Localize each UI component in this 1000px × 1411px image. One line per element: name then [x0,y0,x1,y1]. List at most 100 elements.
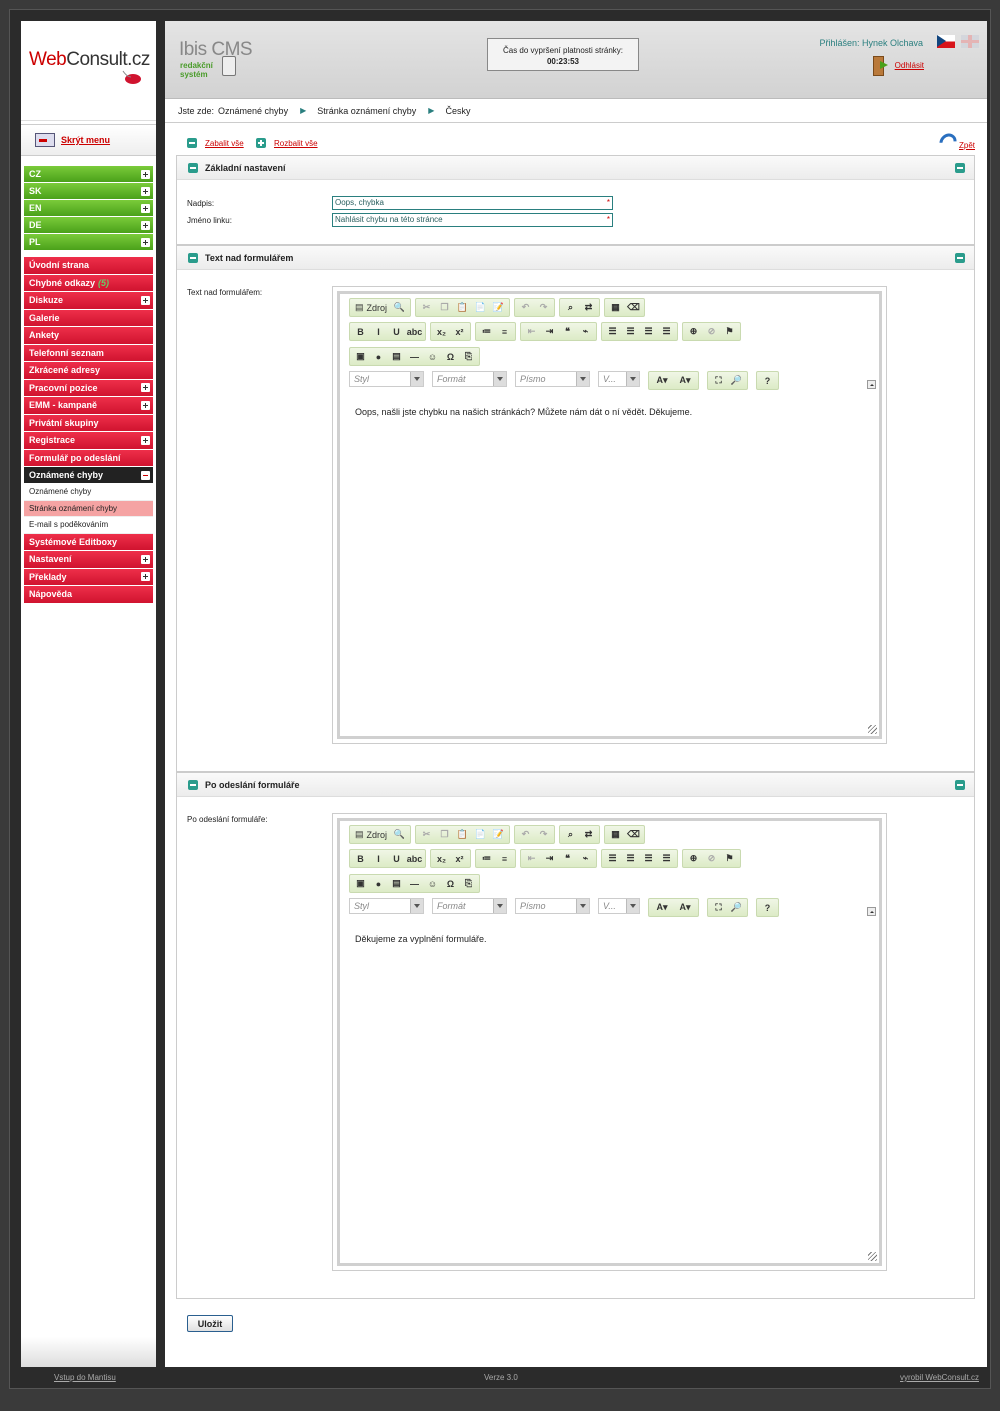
horizontal-rule-icon[interactable]: — [407,349,422,364]
source-button[interactable]: ▤ Zdroj [353,300,389,315]
special-char-icon[interactable]: Ω [443,349,458,364]
align-right-icon[interactable]: ☰ [641,324,656,339]
collapse-icon[interactable] [188,779,198,790]
unlink-icon[interactable]: ⊘ [704,851,719,866]
justify-icon[interactable]: ☰ [659,851,674,866]
help-icon[interactable]: ? [760,900,775,915]
menu-item[interactable]: Formulář po odeslání [24,449,153,466]
align-left-icon[interactable]: ☰ [605,324,620,339]
image-icon[interactable]: ▣ [353,349,368,364]
panel-header[interactable]: Základní nastavení [177,156,974,180]
hide-menu-link[interactable]: Skrýt menu [61,135,110,145]
numbered-list-icon[interactable]: ≔ [479,324,494,339]
collapse-icon[interactable] [955,253,965,263]
collapse-icon[interactable] [141,470,150,480]
copy-icon[interactable]: ❐ [437,827,452,842]
expand-icon[interactable] [141,186,150,196]
superscript-icon[interactable]: x² [452,851,467,866]
expand-icon[interactable] [141,572,150,582]
collapse-icon[interactable] [955,780,965,790]
hide-menu-button[interactable]: Skrýt menu [21,124,156,156]
size-combo[interactable]: V... [598,371,640,387]
style-combo[interactable]: Styl [349,898,424,914]
strike-icon[interactable]: abc [407,851,423,866]
select-all-icon[interactable]: ▦ [608,300,623,315]
align-center-icon[interactable]: ☰ [623,851,638,866]
indent-icon[interactable]: ⇥ [542,851,557,866]
page-break-icon[interactable]: ⎘ [461,876,476,891]
panel-header[interactable]: Po odeslání formuláře [177,773,974,797]
collapse-all-link[interactable]: Zabalit vše [205,139,244,148]
cut-icon[interactable]: ✂ [419,300,434,315]
redo-icon[interactable]: ↷ [536,827,551,842]
replace-icon[interactable]: ⇄ [581,827,596,842]
bullet-list-icon[interactable]: ≡ [497,851,512,866]
language-item[interactable]: EN [24,200,153,216]
menu-item[interactable]: Chybné odkazy (5) [24,274,153,291]
webconsult-link[interactable]: vyrobil WebConsult.cz [900,1373,979,1382]
format-combo[interactable]: Formát [432,371,507,387]
expand-icon[interactable] [141,169,150,179]
size-combo[interactable]: V... [598,898,640,914]
anchor-icon[interactable]: ⚑ [722,324,737,339]
menu-item[interactable]: Telefonní seznam [24,344,153,361]
paste-text-icon[interactable]: 📄 [473,827,488,842]
unlink-icon[interactable]: ⊘ [704,324,719,339]
show-blocks-icon[interactable]: 🔎 [729,373,744,388]
strike-icon[interactable]: abc [407,324,423,339]
chevron-down-icon[interactable] [576,899,589,913]
czech-flag-icon[interactable] [937,35,955,48]
heading-input[interactable]: Oops, chybka * [332,196,613,210]
expand-icon[interactable] [141,237,150,247]
preview-icon[interactable]: 🔍 [392,827,407,842]
breadcrumb-item[interactable]: Česky [445,106,470,116]
submenu-item[interactable]: E-mail s poděkováním [24,517,153,534]
align-center-icon[interactable]: ☰ [623,324,638,339]
smiley-icon[interactable]: ☺ [425,876,440,891]
language-item[interactable]: SK [24,183,153,199]
italic-icon[interactable]: I [371,324,386,339]
text-color-icon[interactable]: A▾ [652,373,672,388]
breadcrumb-item[interactable]: Oznámené chyby [218,106,288,116]
collapse-icon[interactable] [188,252,198,263]
find-icon[interactable]: ⌕ [563,827,578,842]
page-break-icon[interactable]: ⎘ [461,349,476,364]
chevron-down-icon[interactable] [626,372,639,386]
redo-icon[interactable]: ↷ [536,300,551,315]
table-icon[interactable]: ▤ [389,876,404,891]
font-combo[interactable]: Písmo [515,371,590,387]
expand-all-button[interactable]: Rozbalit vše [256,138,318,148]
blockquote-icon[interactable]: ❝ [560,851,575,866]
menu-item-active[interactable]: Oznámené chyby [24,467,153,483]
submenu-item[interactable]: Stránka oznámení chyby [24,500,153,517]
mantis-link[interactable]: Vstup do Mantisu [54,1373,116,1382]
align-right-icon[interactable]: ☰ [641,851,656,866]
special-char-icon[interactable]: Ω [443,876,458,891]
breadcrumb-item[interactable]: Stránka oznámení chyby [317,106,416,116]
chevron-down-icon[interactable] [410,899,423,913]
table-icon[interactable]: ▤ [389,349,404,364]
menu-item[interactable]: Ankety [24,327,153,344]
menu-item[interactable]: Překlady [24,568,153,585]
select-all-icon[interactable]: ▦ [608,827,623,842]
preview-icon[interactable]: 🔍 [392,300,407,315]
uk-flag-icon[interactable] [961,35,979,48]
editor-content[interactable]: Oops, našli jste chybku na našich stránk… [355,407,692,417]
expand-icon[interactable] [141,203,150,213]
menu-item[interactable]: Pracovní pozice [24,379,153,396]
bullet-list-icon[interactable]: ≡ [497,324,512,339]
bold-icon[interactable]: B [353,324,368,339]
link-icon[interactable]: ⊕ [686,324,701,339]
menu-item[interactable]: Privátní skupiny [24,414,153,431]
back-button[interactable]: Zpět [935,129,975,155]
expand-icon[interactable] [141,554,150,564]
indent-icon[interactable]: ⇥ [542,324,557,339]
menu-item[interactable]: Úvodní strana [24,257,153,274]
menu-item[interactable]: Nápověda [24,586,153,603]
link-name-input[interactable]: Nahlásit chybu na této stránce * [332,213,613,227]
language-item[interactable]: CZ [24,166,153,182]
numbered-list-icon[interactable]: ≔ [479,851,494,866]
submenu-item[interactable]: Oznámené chyby [24,484,153,501]
menu-item[interactable]: Systémové Editboxy [24,533,153,550]
undo-icon[interactable]: ↶ [518,827,533,842]
